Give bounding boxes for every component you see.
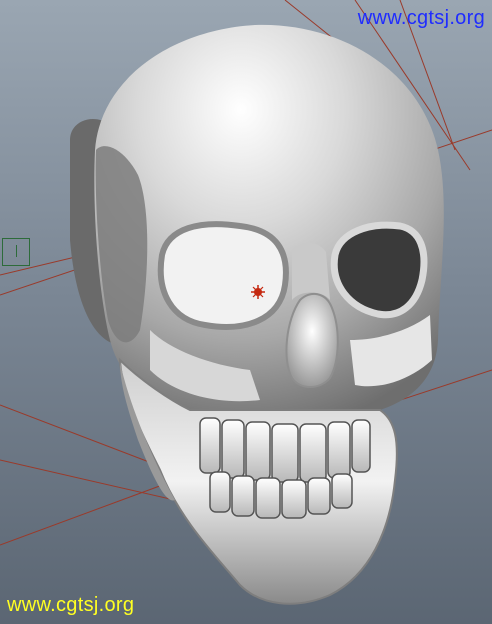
nose-ridge — [292, 242, 330, 300]
viewport-scene — [0, 0, 492, 605]
3d-viewport[interactable]: www.cgtsj.org www.cgtsj.org — [0, 0, 492, 624]
side-marker-icon[interactable] — [2, 238, 30, 266]
watermark-top: www.cgtsj.org — [357, 7, 485, 29]
eye-socket-left — [157, 221, 289, 330]
watermark-bottom: www.cgtsj.org — [7, 594, 135, 616]
pivot-icon[interactable] — [251, 285, 265, 299]
eye-socket-right — [330, 221, 428, 319]
skull-model[interactable] — [70, 24, 444, 605]
